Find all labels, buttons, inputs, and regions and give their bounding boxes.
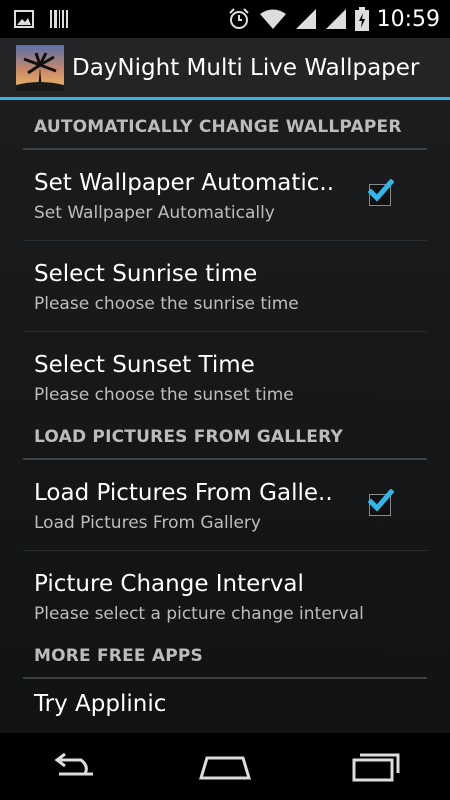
preferences-list[interactable]: AUTOMATICALLY CHANGE WALLPAPER Set Wallp… xyxy=(0,100,450,733)
pref-title: Select Sunrise time xyxy=(34,261,258,287)
pref-title: Select Sunset Time xyxy=(34,352,255,378)
pref-summary: Load Pictures From Gallery xyxy=(34,513,261,533)
checkbox[interactable] xyxy=(368,179,394,206)
pref-summary: Please select a picture change interval xyxy=(34,604,364,624)
pref-load-pictures-from-gallery[interactable]: Load Pictures From Galle.. Load Pictures… xyxy=(23,460,427,551)
pref-set-wallpaper-automatically[interactable]: Set Wallpaper Automatic.. Set Wallpaper … xyxy=(23,150,427,241)
section-header: LOAD PICTURES FROM GALLERY xyxy=(23,423,427,460)
section-header: MORE FREE APPS xyxy=(23,642,427,679)
section-header: AUTOMATICALLY CHANGE WALLPAPER xyxy=(23,100,427,150)
pref-summary: Please choose the sunrise time xyxy=(34,294,299,314)
app-title: DayNight Multi Live Wallpaper xyxy=(72,54,420,81)
pref-picture-change-interval[interactable]: Picture Change Interval Please select a … xyxy=(23,551,427,642)
pref-sunset-time[interactable]: Select Sunset Time Please choose the sun… xyxy=(23,332,427,423)
signal-icon xyxy=(295,9,316,29)
check-icon xyxy=(368,489,394,512)
wifi-icon xyxy=(259,9,286,29)
recent-apps-icon[interactable] xyxy=(351,752,401,782)
status-bar: 10:59 xyxy=(0,0,450,38)
battery-icon xyxy=(354,7,369,31)
pref-summary: Set Wallpaper Automatically xyxy=(34,203,275,223)
palm-sunset-icon[interactable] xyxy=(16,44,64,91)
alarm-icon xyxy=(228,8,249,29)
navigation-bar xyxy=(0,733,450,800)
pref-summary: Please choose the sunset time xyxy=(34,385,294,405)
pref-title: Set Wallpaper Automatic.. xyxy=(34,170,335,196)
image-icon xyxy=(14,10,34,28)
back-icon[interactable] xyxy=(49,752,99,782)
pref-title: Load Pictures From Galle.. xyxy=(34,480,333,506)
pref-title: Picture Change Interval xyxy=(34,571,304,597)
clock: 10:59 xyxy=(376,6,440,32)
signal-icon xyxy=(325,9,346,29)
home-icon[interactable] xyxy=(197,752,253,782)
pref-title: Try Applinic xyxy=(34,691,167,717)
action-bar: DayNight Multi Live Wallpaper xyxy=(0,38,450,100)
checkbox[interactable] xyxy=(368,489,394,516)
check-icon xyxy=(368,179,394,202)
pref-try-applinic[interactable]: Try Applinic xyxy=(23,679,427,733)
pref-sunrise-time[interactable]: Select Sunrise time Please choose the su… xyxy=(23,241,427,332)
barcode-icon xyxy=(50,10,68,28)
